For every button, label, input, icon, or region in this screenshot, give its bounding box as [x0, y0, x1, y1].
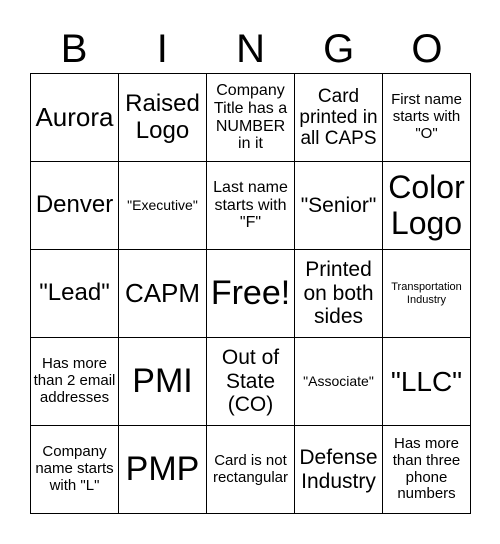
- bingo-cell[interactable]: Raised Logo: [119, 74, 207, 162]
- bingo-grid: Aurora Raised Logo Company Title has a NUM…: [30, 73, 471, 514]
- bingo-cell[interactable]: Color Logo: [383, 162, 471, 250]
- bingo-cell[interactable]: Out of State (CO): [207, 338, 295, 426]
- bingo-cell[interactable]: Defense Industry: [295, 426, 383, 514]
- bingo-cell[interactable]: Last name starts with "F": [207, 162, 295, 250]
- bingo-cell[interactable]: "Executive": [119, 162, 207, 250]
- bingo-cell[interactable]: First name starts with "O": [383, 74, 471, 162]
- bingo-cell[interactable]: "LLC": [383, 338, 471, 426]
- bingo-cell[interactable]: Has more than three phone numbers: [383, 426, 471, 514]
- bingo-cell[interactable]: Card printed in all CAPS: [295, 74, 383, 162]
- bingo-cell[interactable]: Company name starts with "L": [31, 426, 119, 514]
- bingo-cell[interactable]: Card is not rectangular: [207, 426, 295, 514]
- bingo-cell[interactable]: "Associate": [295, 338, 383, 426]
- bingo-cell[interactable]: Aurora: [31, 74, 119, 162]
- bingo-cell[interactable]: Denver: [31, 162, 119, 250]
- bingo-header: B I N G O: [30, 26, 471, 72]
- bingo-cell[interactable]: Transportation Industry: [383, 250, 471, 338]
- bingo-cell[interactable]: Has more than 2 email addresses: [31, 338, 119, 426]
- bingo-cell[interactable]: Printed on both sides: [295, 250, 383, 338]
- bingo-cell[interactable]: "Senior": [295, 162, 383, 250]
- header-letter-n: N: [236, 27, 265, 71]
- header-letter-g: G: [323, 27, 355, 71]
- bingo-cell[interactable]: PMP: [119, 426, 207, 514]
- bingo-cell[interactable]: Free!: [207, 250, 295, 338]
- bingo-cell[interactable]: "Lead": [31, 250, 119, 338]
- bingo-cell[interactable]: CAPM: [119, 250, 207, 338]
- header-letter-o: O: [411, 27, 443, 71]
- header-letter-i: I: [156, 27, 168, 71]
- header-letter-b: B: [60, 27, 88, 71]
- bingo-cell[interactable]: PMI: [119, 338, 207, 426]
- bingo-cell[interactable]: Company Title has a NUMBER in it: [207, 74, 295, 162]
